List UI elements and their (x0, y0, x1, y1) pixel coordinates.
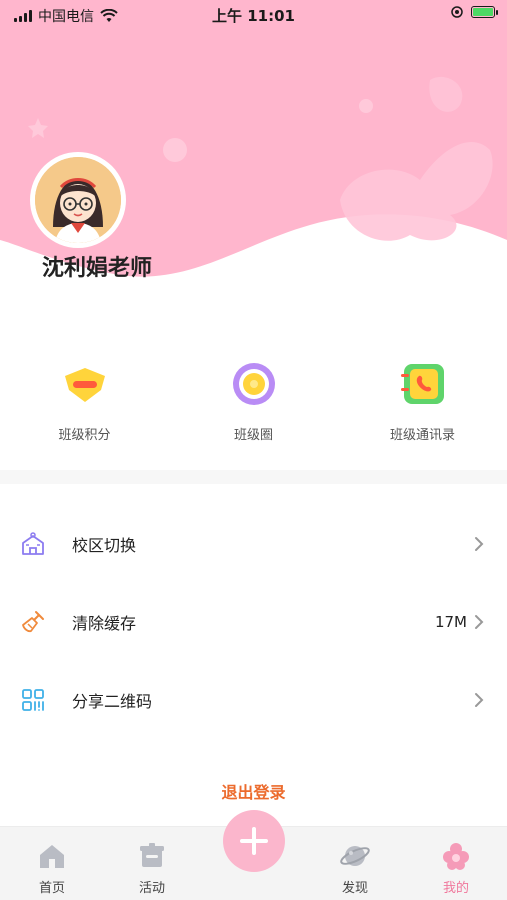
campus-icon (20, 531, 46, 557)
tab-label: 活动 (138, 881, 165, 896)
tab-label: 首页 (38, 881, 65, 896)
section-divider (0, 470, 507, 484)
menu-item-campus-switch[interactable]: 校区切换 (0, 505, 507, 583)
home-icon (37, 841, 67, 871)
orientation-lock-icon (451, 6, 463, 18)
avatar[interactable] (30, 152, 126, 248)
quick-action-label: 班级圈 (233, 428, 273, 443)
activity-icon (137, 841, 167, 871)
status-time: 上午 11:01 (212, 7, 295, 25)
tab-mine[interactable]: 我的 (416, 827, 496, 900)
contacts-book-icon (399, 360, 447, 408)
menu-item-share-qrcode[interactable]: 分享二维码 (0, 661, 507, 739)
tab-label: 我的 (442, 881, 469, 896)
battery-icon (471, 6, 498, 18)
flower-icon (441, 841, 471, 871)
chevron-right-icon (475, 615, 484, 629)
menu-item-label: 清除缓存 (72, 614, 137, 633)
quick-action-contacts[interactable]: 班级通讯录 (338, 360, 507, 470)
status-bar: 中国电信 上午 11:01 (0, 0, 507, 30)
class-points-icon (61, 360, 109, 408)
quick-action-class-circle[interactable]: 班级圈 (169, 360, 338, 470)
quick-actions: 班级积分 班级圈 班级通讯录 (0, 360, 507, 470)
tab-activity[interactable]: 活动 (112, 827, 192, 900)
menu-item-clear-cache[interactable]: 清除缓存 17M (0, 583, 507, 661)
quick-action-class-points[interactable]: 班级积分 (0, 360, 169, 470)
tab-label: 发现 (341, 881, 368, 896)
chevron-right-icon (475, 693, 484, 707)
add-button[interactable] (223, 810, 285, 872)
menu-item-label: 分享二维码 (72, 692, 153, 711)
cache-size-value: 17M (434, 613, 467, 631)
class-circle-icon (230, 360, 278, 408)
quick-action-label: 班级通讯录 (389, 428, 455, 443)
planet-icon (340, 841, 370, 871)
qrcode-icon (20, 687, 46, 713)
tab-home[interactable]: 首页 (12, 827, 92, 900)
broom-icon (20, 609, 46, 635)
user-name: 沈利娟老师 (42, 256, 153, 281)
menu-item-label: 校区切换 (72, 536, 137, 555)
logout-button[interactable]: 退出登录 (0, 779, 507, 803)
tab-discover[interactable]: 发现 (315, 827, 395, 900)
chevron-right-icon (475, 537, 484, 551)
quick-action-label: 班级积分 (58, 428, 111, 443)
avatar-illustration (35, 157, 121, 243)
settings-menu: 校区切换 清除缓存 17M 分享二维码 (0, 505, 507, 739)
plus-icon (240, 827, 268, 855)
